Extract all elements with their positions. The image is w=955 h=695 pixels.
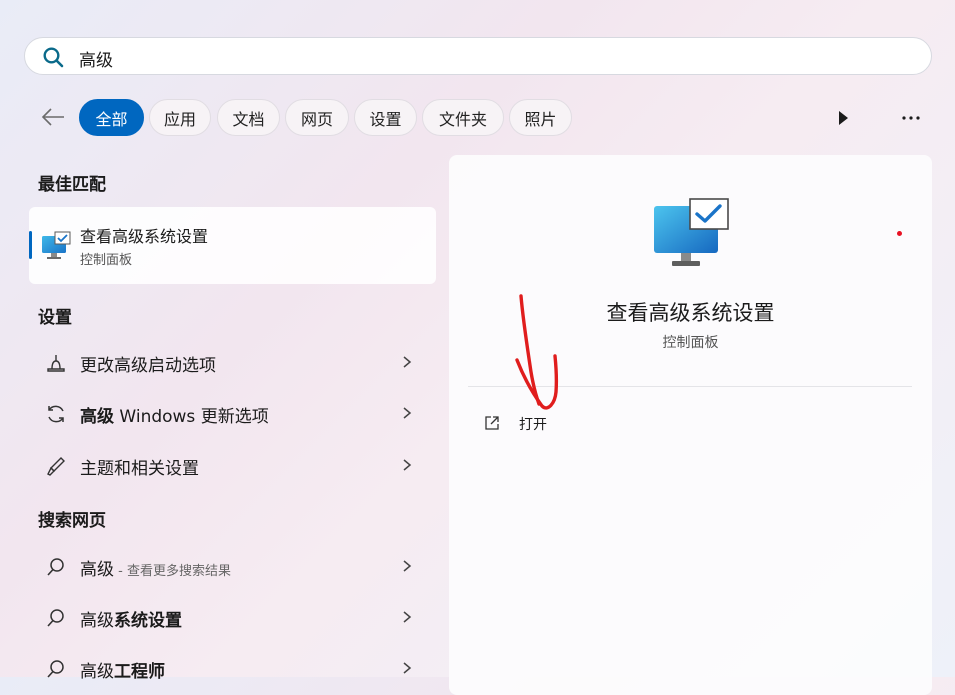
- settings-item-label: 主题和相关设置: [80, 459, 199, 479]
- monitor-check-icon: [654, 198, 729, 266]
- web-item-label: 高级 - 查看更多搜索结果: [80, 560, 231, 580]
- monitor-check-icon: [42, 231, 71, 259]
- back-arrow-icon[interactable]: [40, 106, 66, 128]
- chevron-right-icon: [403, 356, 412, 368]
- web-item[interactable]: 高级系统设置: [29, 595, 436, 639]
- section-settings: 设置: [38, 308, 72, 328]
- settings-item-label: 高级 Windows 更新选项: [80, 407, 269, 427]
- more-icon[interactable]: [898, 113, 924, 123]
- web-item[interactable]: 高级 - 查看更多搜索结果: [29, 544, 436, 588]
- tab-web[interactable]: 网页: [285, 99, 349, 136]
- chevron-right-icon: [403, 459, 412, 471]
- tab-documents[interactable]: 文档: [217, 99, 280, 136]
- best-match-title: 查看高级系统设置: [80, 227, 209, 246]
- play-icon[interactable]: [836, 109, 850, 127]
- web-item[interactable]: 高级工程师: [29, 646, 436, 690]
- search-icon: [47, 609, 64, 627]
- chevron-right-icon: [403, 611, 412, 623]
- annotation-dot: [897, 231, 902, 236]
- search-icon: [47, 558, 64, 576]
- brush-icon: [47, 457, 65, 476]
- chevron-right-icon: [403, 560, 412, 572]
- best-match-subtitle: 控制面板: [80, 253, 133, 268]
- settings-item-theme[interactable]: 主题和相关设置: [29, 443, 436, 487]
- startup-options-icon: [47, 355, 65, 372]
- search-input[interactable]: 高级: [79, 46, 113, 71]
- open-label: 打开: [519, 417, 547, 433]
- section-best-match: 最佳匹配: [38, 175, 106, 195]
- section-web-search: 搜索网页: [38, 511, 106, 531]
- best-match-item[interactable]: 查看高级系统设置 控制面板: [29, 207, 436, 284]
- web-item-label: 高级系统设置: [80, 611, 182, 631]
- tab-settings[interactable]: 设置: [354, 99, 417, 136]
- search-icon: [43, 47, 64, 68]
- chevron-right-icon: [403, 407, 412, 419]
- detail-panel: 查看高级系统设置 控制面板 打开: [449, 155, 932, 695]
- chevron-right-icon: [403, 662, 412, 674]
- tab-apps[interactable]: 应用: [149, 99, 211, 136]
- settings-item-windows-update[interactable]: 高级 Windows 更新选项: [29, 391, 436, 435]
- search-box[interactable]: 高级: [24, 37, 932, 75]
- selection-indicator: [29, 231, 32, 259]
- tab-folders[interactable]: 文件夹: [422, 99, 504, 136]
- windows-update-icon: [48, 405, 64, 423]
- detail-subtitle: 控制面板: [662, 335, 719, 351]
- detail-title: 查看高级系统设置: [606, 301, 775, 325]
- tab-all[interactable]: 全部: [79, 99, 144, 136]
- open-button[interactable]: 打开: [478, 411, 578, 435]
- divider: [468, 386, 912, 387]
- tab-photos[interactable]: 照片: [509, 99, 572, 136]
- web-item-label: 高级工程师: [80, 662, 165, 682]
- settings-item-label: 更改高级启动选项: [80, 356, 216, 376]
- open-external-icon: [485, 416, 499, 430]
- settings-item-startup[interactable]: 更改高级启动选项: [29, 340, 436, 384]
